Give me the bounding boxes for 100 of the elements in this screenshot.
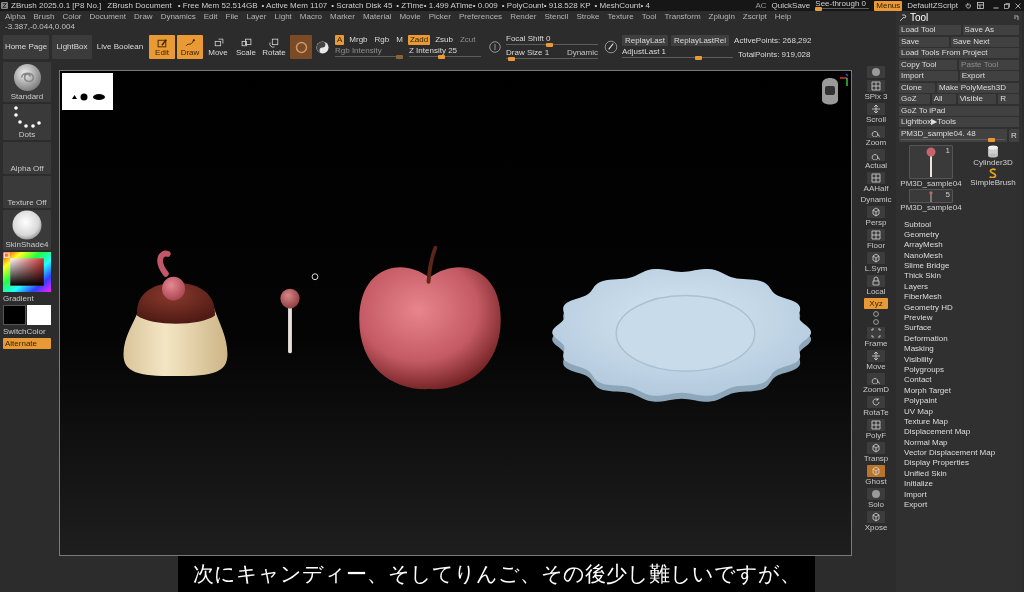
channel-button[interactable]: Rgb bbox=[372, 35, 392, 45]
shelf-button[interactable] bbox=[867, 229, 885, 241]
dynamic-label[interactable]: Dynamic bbox=[566, 47, 598, 57]
menu-item[interactable]: Draw bbox=[133, 11, 153, 22]
palette-section[interactable]: Surface bbox=[904, 323, 1019, 334]
viewport[interactable] bbox=[59, 70, 852, 556]
palette-section[interactable]: Subtool bbox=[904, 219, 1019, 230]
shelf-button[interactable] bbox=[867, 149, 885, 161]
shelf-button[interactable] bbox=[867, 80, 885, 92]
menu-item[interactable]: Tool bbox=[641, 11, 657, 22]
slider-track[interactable] bbox=[901, 137, 1005, 142]
shelf-button[interactable] bbox=[867, 206, 885, 218]
shelf-button[interactable] bbox=[867, 327, 885, 339]
channel-button[interactable]: A bbox=[335, 35, 345, 45]
material-sphere-button[interactable]: SkinShade4 bbox=[3, 210, 51, 250]
tool-button[interactable]: Import bbox=[899, 71, 958, 81]
palette-section[interactable]: Texture Map bbox=[904, 416, 1019, 428]
palette-section[interactable]: Visibility bbox=[904, 354, 1019, 365]
alternate-button[interactable]: Alternate bbox=[3, 338, 51, 349]
replay-button[interactable]: ReplayLast bbox=[622, 34, 669, 46]
shelf-button[interactable] bbox=[867, 396, 885, 408]
palette-section[interactable]: Masking bbox=[904, 344, 1019, 355]
tool-button[interactable]: Save bbox=[899, 36, 949, 47]
brush-button[interactable]: Standard bbox=[3, 62, 51, 102]
tool-thumbnail[interactable]: 5 bbox=[909, 189, 953, 203]
palette-section[interactable]: UV Map bbox=[904, 406, 1019, 417]
navigation-preview-drawing[interactable] bbox=[62, 73, 113, 110]
palette-section[interactable]: Contact bbox=[904, 375, 1019, 386]
palette-section[interactable]: Layers bbox=[904, 281, 1019, 293]
s-letter-icon[interactable] bbox=[988, 168, 998, 178]
subtool-slider[interactable]: PM3D_sample04. 48 bbox=[899, 128, 1007, 142]
tool-button[interactable]: Visible bbox=[957, 94, 997, 104]
palette-section[interactable]: Deformation bbox=[904, 333, 1019, 345]
alpha-button[interactable]: Alpha Off bbox=[3, 142, 51, 174]
palette-section[interactable]: Geometry HD bbox=[904, 302, 1019, 313]
mode-button[interactable]: Edit bbox=[149, 35, 175, 59]
slider-thumb[interactable] bbox=[815, 7, 823, 11]
tool-button[interactable]: Export bbox=[959, 71, 1019, 81]
menu-item[interactable]: Stroke bbox=[576, 11, 600, 22]
palette-section[interactable]: Unified Skin bbox=[904, 468, 1019, 480]
home-page-button[interactable]: Home Page bbox=[3, 35, 49, 59]
color-swatch-icon[interactable] bbox=[27, 305, 51, 325]
color-swatch-icon[interactable] bbox=[3, 305, 26, 325]
menu-item[interactable]: Zscript bbox=[742, 11, 767, 22]
swirl-sphere-icon[interactable] bbox=[316, 40, 329, 54]
palette-section[interactable]: Display Properties bbox=[904, 458, 1019, 469]
menu-item[interactable]: Document bbox=[89, 11, 126, 22]
channel-button[interactable]: Mrgb bbox=[347, 35, 370, 45]
menu-item[interactable]: Preferences bbox=[459, 11, 503, 22]
menu-item[interactable]: Material bbox=[362, 11, 392, 22]
shelf-button[interactable] bbox=[867, 126, 885, 138]
menu-item[interactable]: Stencil bbox=[544, 11, 569, 22]
tool-button[interactable]: GoZ To iPad bbox=[899, 105, 1019, 116]
mode-button[interactable]: Scale bbox=[233, 35, 259, 59]
tool-button[interactable]: Load Tools From Project bbox=[899, 48, 1019, 58]
channel-button[interactable]: M bbox=[394, 35, 405, 45]
xyz-toggle[interactable]: Xyz bbox=[864, 298, 888, 309]
circle-icon[interactable] bbox=[873, 311, 879, 317]
tool-button[interactable]: All bbox=[931, 94, 956, 104]
menu-item[interactable]: Color bbox=[62, 11, 82, 22]
slider-track[interactable] bbox=[335, 55, 403, 59]
menu-item[interactable]: Layer bbox=[246, 11, 267, 22]
tool-thumbnail[interactable]: 1 bbox=[909, 145, 953, 179]
tool-button[interactable]: GoZ bbox=[899, 94, 930, 104]
palette-section[interactable]: Normal Map bbox=[904, 437, 1019, 449]
palette-section[interactable]: Import bbox=[904, 489, 1019, 501]
shelf-button[interactable] bbox=[867, 511, 885, 523]
slider-thumb[interactable] bbox=[438, 55, 446, 59]
slider-thumb[interactable] bbox=[507, 56, 515, 61]
tool-button[interactable]: Clone bbox=[899, 82, 935, 93]
shelf-button[interactable] bbox=[867, 373, 885, 385]
texture-button[interactable]: Texture Off bbox=[3, 176, 51, 208]
shelf-button[interactable] bbox=[867, 488, 885, 500]
tool-button[interactable]: Copy Tool bbox=[899, 59, 958, 70]
menu-item[interactable]: Zplugin bbox=[708, 11, 735, 22]
close-icon[interactable] bbox=[1015, 2, 1021, 9]
stroke-button[interactable]: Dots bbox=[3, 104, 51, 140]
menu-item[interactable]: Marker bbox=[330, 11, 355, 22]
shelf-button[interactable] bbox=[867, 350, 885, 362]
menu-item[interactable]: Alpha bbox=[5, 11, 26, 22]
shelf-button[interactable] bbox=[867, 442, 885, 454]
slider-track[interactable] bbox=[409, 55, 481, 59]
shelf-button[interactable] bbox=[867, 252, 885, 264]
r-button[interactable]: R bbox=[1009, 128, 1019, 142]
switch-color-label[interactable]: SwitchColor bbox=[3, 327, 51, 336]
menu-item[interactable]: Help bbox=[774, 11, 792, 22]
live-boolean-button[interactable]: Live Boolean bbox=[95, 35, 145, 59]
menu-item[interactable]: Edit bbox=[203, 11, 218, 22]
tool-button[interactable]: Make PolyMesh3D bbox=[936, 82, 1019, 93]
palette-section[interactable]: Geometry bbox=[904, 229, 1019, 241]
color-picker[interactable] bbox=[3, 252, 51, 292]
channel-button[interactable]: Zsub bbox=[433, 35, 455, 45]
shelf-button[interactable] bbox=[867, 103, 885, 115]
cylinder-icon[interactable] bbox=[987, 145, 999, 158]
tool-button[interactable]: Save Next bbox=[950, 36, 1019, 47]
collapse-icon[interactable] bbox=[1013, 14, 1019, 21]
restore-icon[interactable] bbox=[1004, 2, 1010, 9]
menu-item[interactable]: Light bbox=[274, 11, 292, 22]
shelf-button[interactable] bbox=[867, 419, 885, 431]
slash-circle-icon[interactable] bbox=[604, 40, 618, 54]
